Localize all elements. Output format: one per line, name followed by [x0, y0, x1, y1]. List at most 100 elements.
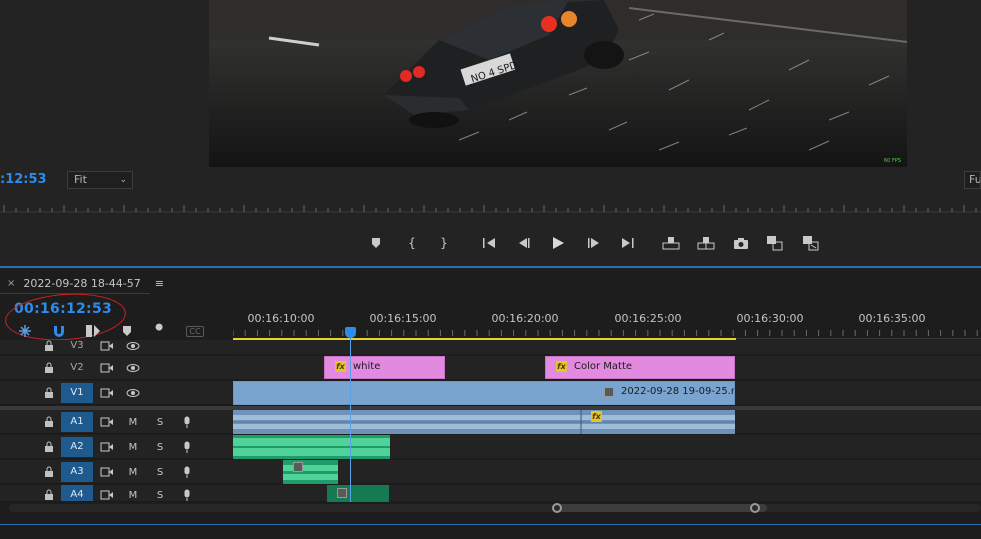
lock-icon[interactable]	[44, 387, 54, 399]
scrollbar-thumb[interactable]	[557, 504, 767, 512]
premiere-window: NO 4 SPD 60 FPS :12:53 Fit ⌄ Fu { } × 20…	[0, 0, 981, 539]
track-target-a1[interactable]: A1	[61, 412, 93, 432]
play-button[interactable]	[547, 233, 569, 253]
sync-lock-icon[interactable]	[99, 362, 115, 374]
program-timecode[interactable]: :12:53	[0, 172, 47, 187]
clip-a3-audio[interactable]	[283, 460, 338, 484]
insert-button[interactable]	[764, 233, 786, 253]
playhead-handle[interactable]	[345, 327, 356, 338]
add-marker-timeline-button[interactable]	[118, 323, 136, 339]
program-monitor: NO 4 SPD 60 FPS :12:53 Fit ⌄ Fu { }	[0, 0, 981, 268]
track-header-a1: A1 M S	[0, 410, 233, 434]
linked-selection-button[interactable]	[84, 323, 102, 339]
sync-lock-icon[interactable]	[99, 489, 115, 501]
track-target-a2[interactable]: A2	[61, 437, 93, 457]
timeline-horizontal-scrollbar[interactable]	[9, 503, 981, 513]
track-lane-a3[interactable]	[233, 460, 981, 484]
camera-icon	[734, 237, 748, 249]
waveform	[233, 438, 390, 456]
microphone-icon[interactable]	[181, 488, 193, 501]
panel-menu-icon[interactable]: ≡	[155, 277, 164, 290]
lock-icon[interactable]	[44, 489, 54, 501]
panel-bottom-border	[0, 524, 981, 525]
track-target-a4[interactable]: A4	[61, 485, 93, 501]
waveform	[283, 465, 338, 480]
clip-a1-audio[interactable]: fx	[233, 410, 735, 434]
resolution-select[interactable]: Fu	[964, 171, 981, 189]
zoom-handle-left[interactable]	[552, 503, 562, 513]
lock-icon[interactable]	[44, 416, 54, 428]
mute-button[interactable]: M	[127, 465, 139, 479]
insert-icon	[767, 236, 783, 251]
captions-button[interactable]: CC	[185, 323, 205, 339]
lift-icon	[662, 237, 680, 250]
sync-lock-icon[interactable]	[99, 466, 115, 478]
eye-icon[interactable]	[125, 387, 141, 399]
mark-out-button[interactable]: }	[433, 233, 455, 253]
nest-toggle-button[interactable]	[16, 323, 34, 339]
mark-in-button[interactable]: {	[401, 233, 423, 253]
timeline-panel: × 2022-09-28 18-44-57 ≡ 00:16:12:53 CC 0…	[0, 268, 981, 539]
zoom-fit-select[interactable]: Fit ⌄	[67, 171, 133, 189]
mark-out-icon: }	[440, 236, 448, 250]
lock-icon[interactable]	[44, 362, 54, 374]
mute-button[interactable]: M	[127, 488, 139, 501]
mute-button[interactable]: M	[127, 440, 139, 454]
microphone-icon[interactable]	[181, 465, 193, 479]
sync-lock-icon[interactable]	[99, 340, 115, 352]
lift-button[interactable]	[660, 233, 682, 253]
monitor-time-ruler[interactable]	[0, 201, 981, 213]
clip-a4-audio[interactable]	[327, 485, 389, 502]
lock-icon[interactable]	[44, 466, 54, 478]
sequence-tab[interactable]: × 2022-09-28 18-44-57 ≡	[0, 273, 164, 293]
add-marker-button[interactable]	[365, 233, 387, 253]
close-icon[interactable]: ×	[7, 278, 15, 289]
lock-icon[interactable]	[44, 441, 54, 453]
eye-icon[interactable]	[125, 340, 141, 352]
microphone-icon[interactable]	[181, 440, 193, 454]
go-to-in-button[interactable]	[478, 233, 500, 253]
sync-lock-icon[interactable]	[99, 441, 115, 453]
overwrite-button[interactable]	[800, 233, 822, 253]
solo-button[interactable]: S	[154, 488, 166, 501]
fps-overlay: 60 FPS	[884, 158, 901, 164]
step-forward-button[interactable]	[583, 233, 605, 253]
effect-badge-icon	[337, 488, 347, 498]
marker-icon	[372, 238, 380, 248]
timeline-settings-button[interactable]	[151, 323, 169, 339]
track-target-v3[interactable]: V3	[61, 340, 93, 354]
ruler-label: 00:16:30:00	[736, 312, 804, 325]
export-frame-button[interactable]	[730, 233, 752, 253]
video-preview[interactable]: NO 4 SPD 60 FPS	[209, 0, 907, 167]
go-to-out-button[interactable]	[617, 233, 639, 253]
sync-lock-icon[interactable]	[99, 416, 115, 428]
playhead-line	[350, 332, 351, 502]
track-target-v2[interactable]: V2	[61, 358, 93, 378]
zoom-handle-right[interactable]	[750, 503, 760, 513]
track-lane-v3[interactable]	[233, 340, 981, 355]
track-target-a3[interactable]: A3	[61, 462, 93, 482]
extract-button[interactable]	[695, 233, 717, 253]
ruler-label: 00:16:20:00	[491, 312, 559, 325]
nest-icon	[19, 325, 31, 337]
sequence-name: 2022-09-28 18-44-57	[23, 276, 141, 290]
microphone-icon[interactable]	[181, 415, 193, 429]
solo-button[interactable]: S	[154, 415, 166, 429]
track-target-v1[interactable]: V1	[61, 383, 93, 403]
clip-v1-video[interactable]: 2022-09-28 19-09-25.mp4	[233, 381, 735, 405]
lock-icon[interactable]	[44, 340, 54, 352]
solo-button[interactable]: S	[154, 440, 166, 454]
ruler-label: 00:16:25:00	[614, 312, 682, 325]
mute-button[interactable]: M	[127, 415, 139, 429]
snap-toggle-button[interactable]	[50, 323, 68, 339]
solo-button[interactable]: S	[154, 465, 166, 479]
sync-lock-icon[interactable]	[99, 387, 115, 399]
track-header-v3: V3	[0, 340, 233, 355]
clip-white[interactable]: fx white	[324, 356, 445, 379]
track-header-a3: A3 M S	[0, 460, 233, 484]
eye-icon[interactable]	[125, 362, 141, 374]
overwrite-icon	[803, 236, 819, 251]
step-back-button[interactable]	[513, 233, 535, 253]
clip-color-matte[interactable]: fx Color Matte	[545, 356, 735, 379]
clip-a2-audio[interactable]	[233, 435, 390, 459]
